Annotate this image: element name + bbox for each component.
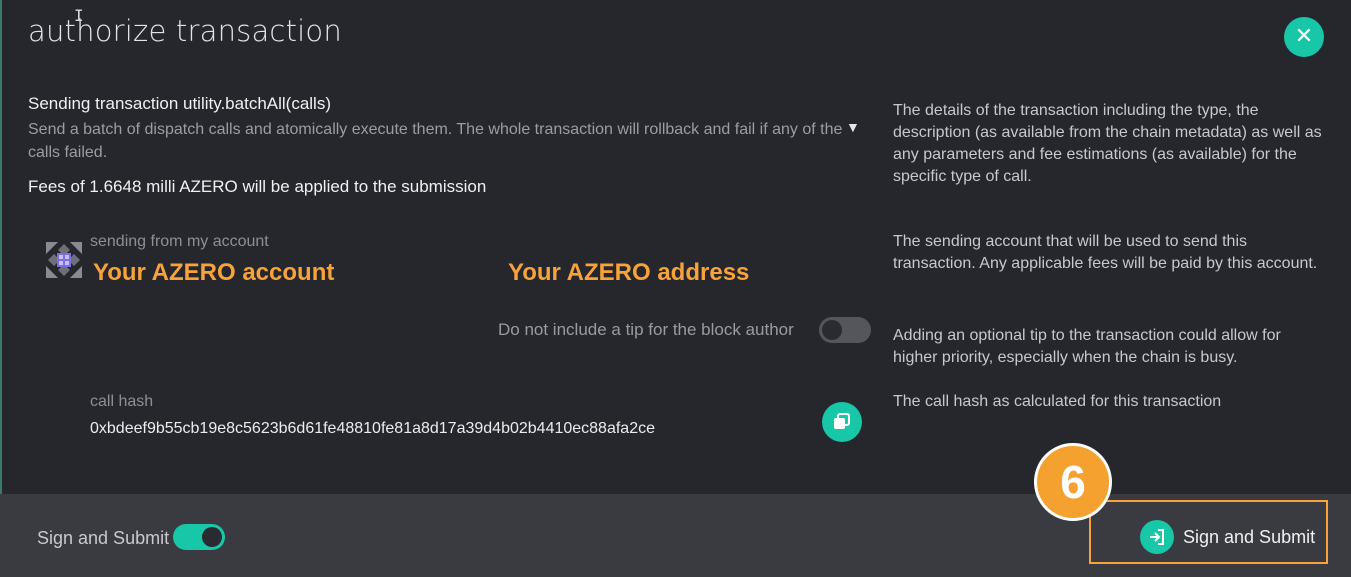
step-number-badge: 6 — [1034, 443, 1112, 521]
sign-in-icon — [1140, 520, 1174, 554]
account-address: Your AZERO address — [508, 259, 750, 286]
call-hash-help-text: The call hash as calculated for this tra… — [893, 393, 1222, 410]
transaction-description: Send a batch of dispatch calls and atomi… — [28, 121, 843, 161]
text-cursor-icon: I — [74, 6, 84, 25]
fees-text: Fees of 1.6648 milli AZERO will be appli… — [28, 177, 487, 196]
toggle-knob — [202, 527, 222, 547]
toggle-knob — [822, 320, 842, 340]
sign-and-submit-toggle-label: Sign and Submit — [37, 528, 170, 548]
transaction-method: Sending transaction utility.batchAll(cal… — [28, 94, 331, 113]
sign-and-submit-button[interactable]: Sign and Submit — [1140, 517, 1315, 557]
account-avatar-icon — [46, 242, 82, 278]
copy-icon — [834, 413, 850, 429]
transaction-help-text: The details of the transaction including… — [893, 102, 1322, 185]
account-help-text: The sending account that will be used to… — [893, 233, 1318, 272]
sign-and-submit-toggle[interactable] — [173, 524, 225, 550]
chevron-down-icon[interactable]: ▼ — [846, 119, 860, 135]
tip-help-text: Adding an optional tip to the transactio… — [893, 327, 1281, 366]
close-button[interactable]: ✕ — [1284, 17, 1324, 57]
tip-label: Do not include a tip for the block autho… — [498, 320, 794, 339]
sign-and-submit-label: Sign and Submit — [1183, 526, 1316, 547]
sending-account-label: sending from my account — [90, 233, 269, 250]
tip-toggle[interactable] — [819, 317, 871, 343]
authorize-transaction-modal — [2, 0, 1349, 577]
close-icon: ✕ — [1294, 24, 1314, 49]
account-name[interactable]: Your AZERO account — [93, 259, 334, 287]
copy-button[interactable] — [822, 402, 862, 442]
call-hash-label: call hash — [90, 393, 154, 410]
call-hash-value: 0xbdeef9b55cb19e8c5623b6d61fe48810fe81a8… — [90, 420, 655, 437]
